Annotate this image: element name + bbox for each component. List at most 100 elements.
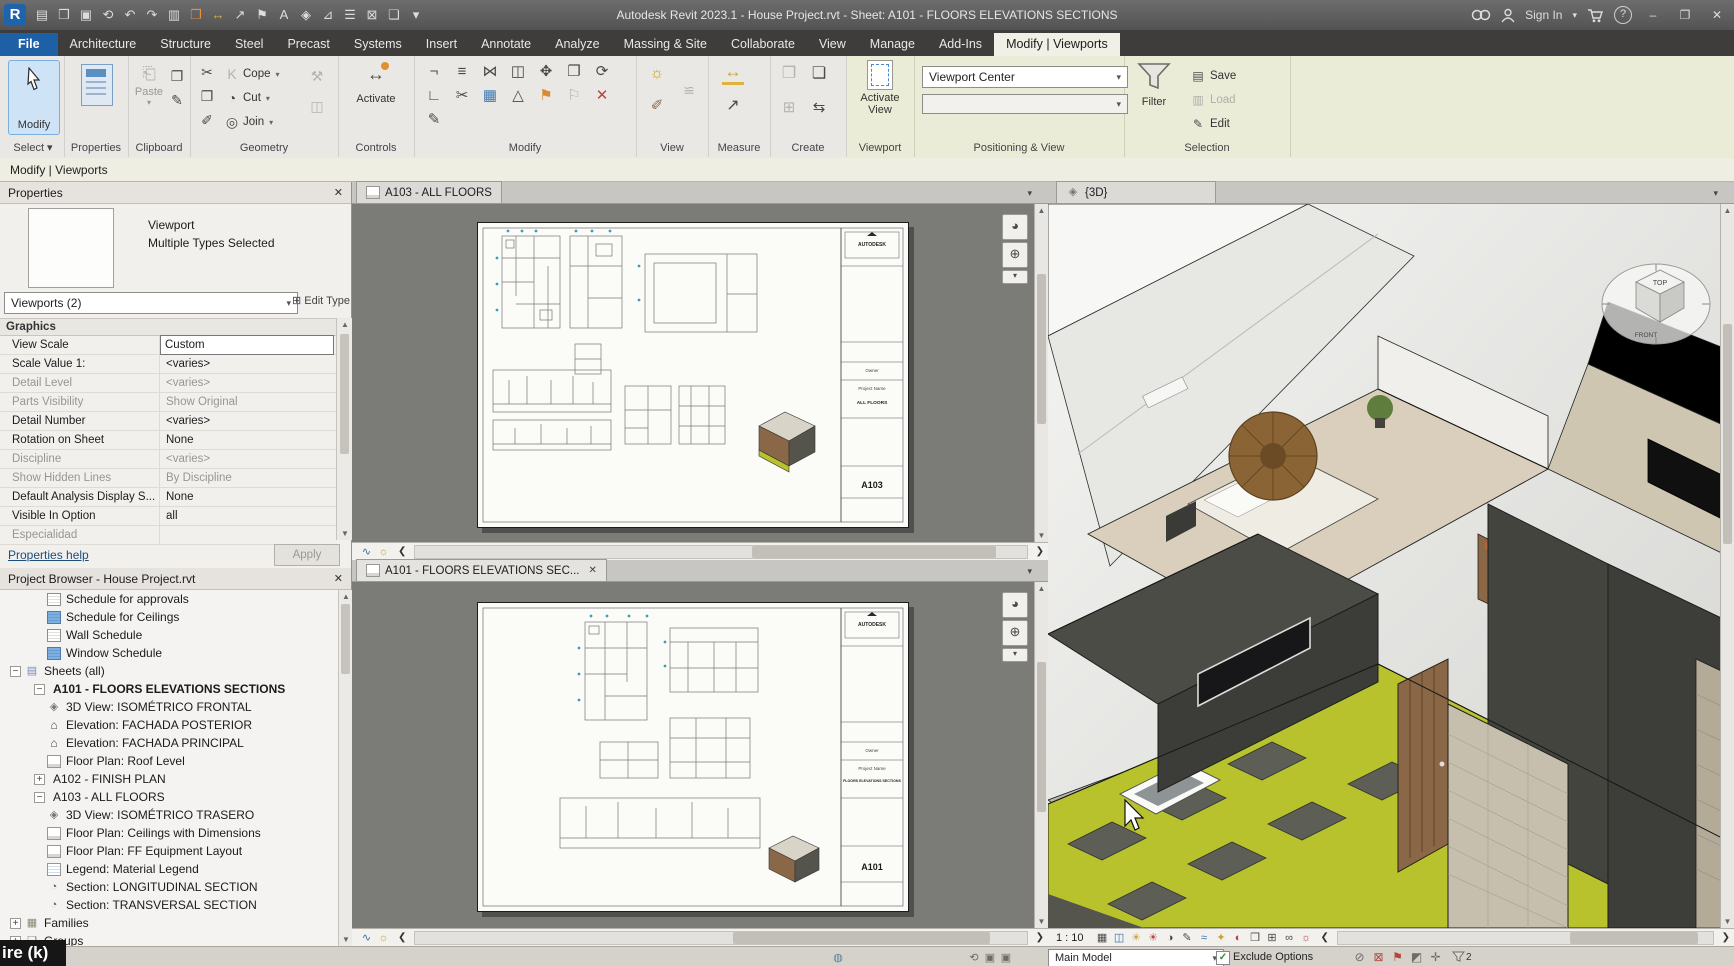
save-icon[interactable]: ▣ (76, 5, 96, 25)
property-row[interactable]: Rotation on Sheet None (0, 431, 336, 450)
minimize-button[interactable]: – (1642, 8, 1664, 22)
depth-cueing-icon[interactable]: ≈ (1196, 930, 1213, 946)
tree-item[interactable]: A103 - ALL FLOORS (0, 788, 338, 806)
viewport-secondary-combo[interactable] (922, 94, 1128, 114)
select-pinned-icon[interactable]: ⚑ (1388, 950, 1407, 964)
tree-expander[interactable] (34, 774, 45, 785)
properties-header[interactable]: Properties ✕ (0, 182, 351, 204)
type-selector-combo[interactable]: Viewports (2) (4, 292, 298, 314)
property-row[interactable]: Discipline <varies> (0, 450, 336, 469)
join-button[interactable]: ◎Join (224, 112, 273, 132)
panel-label-select[interactable]: Select ▾ (2, 141, 64, 154)
export-pdf-icon[interactable]: ❐ (186, 5, 206, 25)
3d-canvas[interactable]: TOP FRONT ▲▼ (1048, 204, 1734, 928)
paint-icon[interactable]: ✐ (196, 110, 218, 130)
panel-label-geometry[interactable]: Geometry (190, 142, 338, 154)
properties-help-link[interactable]: Properties help (8, 548, 89, 562)
viewcube[interactable]: TOP FRONT (1602, 264, 1710, 344)
reveal-hidden-elements-icon[interactable]: ☼ (375, 930, 392, 946)
a101-tab-close-icon[interactable]: ✕ (589, 565, 597, 576)
close-button[interactable]: ✕ (1706, 8, 1728, 22)
tree-item[interactable]: Wall Schedule (0, 626, 338, 644)
ribbon-tab[interactable]: Add-Ins (927, 33, 994, 56)
redo-icon[interactable]: ↷ (142, 5, 162, 25)
activate-dimensions-button[interactable]: ↔ Activate (352, 64, 400, 105)
measure-between-references-icon[interactable]: ↔ (722, 62, 744, 85)
crop-view-icon[interactable]: ❒ (1247, 930, 1264, 946)
a103-view-tab[interactable]: A103 - ALL FLOORS (356, 181, 502, 203)
mirror-draw-axis-icon[interactable]: ◫ (504, 60, 532, 84)
copy-geometry-icon[interactable]: ❐ (196, 86, 218, 106)
cut-button[interactable]: ◔Cut (224, 88, 270, 108)
ribbon-tab[interactable]: Architecture (58, 33, 149, 56)
scale-icon[interactable]: △ (504, 84, 532, 108)
ribbon-tab[interactable]: Steel (223, 33, 276, 56)
tree-item[interactable]: Section: TRANSVERSAL SECTION (0, 896, 338, 914)
property-row[interactable]: Detail Level <varies> (0, 374, 336, 393)
design-option-icon[interactable]: ▣ (998, 951, 1014, 964)
a103-canvas[interactable]: AUTODESK Owner Project Name ALL FLOORS A… (352, 204, 1048, 542)
filter-button[interactable]: Filter (1132, 62, 1176, 108)
hide-elements-icon[interactable]: ☼ (646, 64, 668, 84)
design-options-combo[interactable]: Main Model (1048, 949, 1224, 966)
sketchy-lines-icon[interactable]: ✎ (1179, 930, 1196, 946)
steering-wheel-icon[interactable]: ◕ (1002, 592, 1028, 618)
split-element-icon[interactable]: ✂ (448, 84, 476, 108)
a103-vscrollbar[interactable]: ▲▼ (1034, 204, 1048, 542)
properties-scrollbar[interactable]: ▲▼ (336, 318, 353, 540)
navbar-more-icon[interactable]: ▾ (1002, 648, 1028, 662)
file-window-icon[interactable]: ▤ (32, 5, 52, 25)
tree-item[interactable]: 3D View: ISOMÉTRICO TRASERO (0, 806, 338, 824)
temporary-hide-isolate-icon[interactable]: ∞ (1281, 930, 1298, 946)
linework-icon[interactable]: ≌ (678, 80, 700, 100)
a103-hscrollbar[interactable] (414, 545, 1027, 559)
sun-settings-icon[interactable]: ☀ (1145, 930, 1162, 946)
property-row[interactable]: Scale Value 1: <varies> (0, 355, 336, 374)
customize-qat-icon[interactable]: ▾ (406, 5, 426, 25)
thin-lines-icon[interactable]: ☰ (340, 5, 360, 25)
panel-label-view[interactable]: View (636, 142, 708, 154)
a101-scroll-right-icon[interactable]: ❯ (1032, 932, 1048, 943)
undo-icon[interactable]: ↶ (120, 5, 140, 25)
switch-windows-icon[interactable]: ❏ (384, 5, 404, 25)
ribbon-tab[interactable]: Precast (275, 33, 341, 56)
sign-in-button[interactable]: Sign In (1525, 8, 1562, 22)
viewport-position-combo[interactable]: Viewport Center (922, 66, 1128, 88)
tree-expander[interactable] (10, 666, 21, 677)
3d-scroll-right-icon[interactable]: ❯ (1718, 932, 1734, 943)
project-browser-header[interactable]: Project Browser - House Project.rvt ✕ (0, 568, 351, 590)
save-selection-button[interactable]: ▤Save (1190, 66, 1236, 86)
photographic-exposure-icon[interactable]: ◐ (1230, 930, 1247, 946)
delete-icon[interactable]: ✕ (588, 84, 616, 108)
selection-filter-button[interactable]: 2 (1452, 951, 1472, 963)
measure-along-element-icon[interactable]: ↗ (722, 96, 744, 116)
ribbon-tab[interactable]: File (0, 33, 58, 56)
ribbon-tab[interactable]: View (807, 33, 858, 56)
a103-tab-menu-icon[interactable]: ▾ (1027, 188, 1032, 199)
close-hidden-windows-icon[interactable]: ⊠ (362, 5, 382, 25)
panel-label-properties[interactable]: Properties (64, 142, 128, 154)
edit-type-button[interactable]: ⊞ Edit Type (292, 294, 350, 307)
activate-view-button[interactable]: Activate View (856, 60, 904, 116)
tree-item[interactable]: Section: LONGITUDINAL SECTION (0, 878, 338, 896)
ribbon-tab[interactable]: Manage (858, 33, 927, 56)
sun-path-icon[interactable]: ☀ (1128, 930, 1145, 946)
properties-palette-icon[interactable] (81, 64, 113, 106)
property-row[interactable]: Detail Number <varies> (0, 412, 336, 431)
panel-label-measure[interactable]: Measure (708, 142, 770, 154)
restore-button[interactable]: ❐ (1674, 8, 1696, 22)
a101-tab-menu-icon[interactable]: ▾ (1027, 566, 1032, 577)
lighting-icon[interactable]: ✦ (1213, 930, 1230, 946)
exclude-options-checkbox[interactable]: ✓ (1216, 951, 1230, 965)
panel-label-selection[interactable]: Selection (1124, 142, 1290, 154)
tree-expander[interactable] (34, 684, 45, 695)
property-row[interactable]: Default Analysis Display S... None (0, 488, 336, 507)
search-icon[interactable] (1471, 8, 1491, 22)
panel-label-controls[interactable]: Controls (338, 142, 414, 154)
aligned-dimension-icon[interactable]: ↗ (230, 5, 250, 25)
tree-expander[interactable] (34, 792, 45, 803)
create-group-icon[interactable]: ⊞ (778, 98, 800, 118)
sign-in-dropdown-icon[interactable]: ▾ (1572, 10, 1577, 21)
copy-to-clipboard-icon[interactable]: ❐ (166, 66, 188, 86)
help-icon[interactable]: ? (1614, 6, 1632, 24)
